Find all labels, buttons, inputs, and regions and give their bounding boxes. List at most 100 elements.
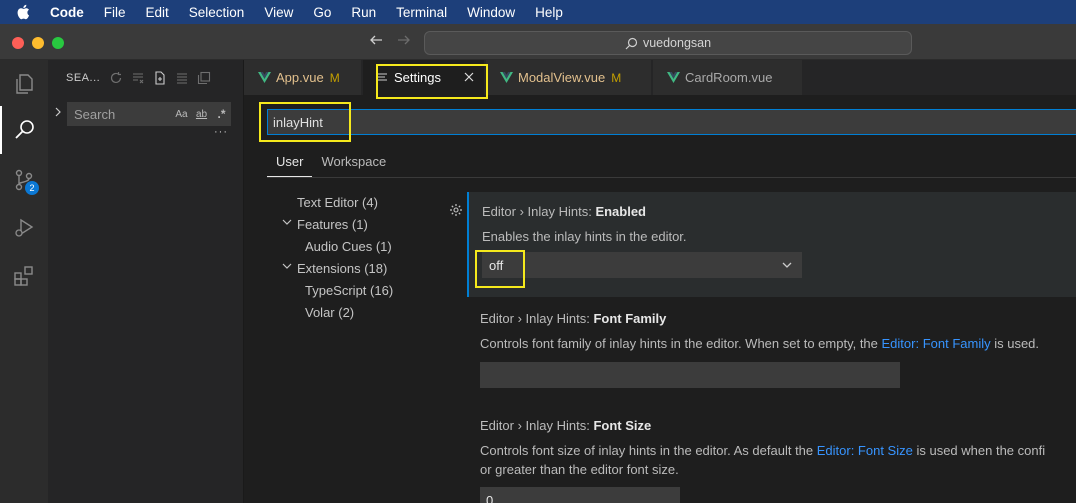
search-sidebar: SEA... Aa ab .* ··· bbox=[48, 60, 244, 503]
font-family-input[interactable] bbox=[480, 362, 900, 388]
setting-name: Font Size bbox=[593, 418, 652, 433]
toc-item-volar[interactable]: Volar (2) bbox=[274, 303, 444, 325]
select-value: off bbox=[489, 257, 504, 273]
editor-font-family-link[interactable]: Editor: Font Family bbox=[882, 336, 991, 351]
chevron-down-icon[interactable] bbox=[282, 217, 292, 230]
tab-modalview-vue[interactable]: ModalView.vue M bbox=[486, 60, 652, 95]
menu-view[interactable]: View bbox=[264, 5, 293, 20]
settings-search-input[interactable] bbox=[273, 114, 673, 130]
toc-label: Features (1) bbox=[297, 217, 368, 232]
menu-run[interactable]: Run bbox=[351, 5, 376, 20]
search-view-icon[interactable] bbox=[0, 106, 48, 154]
new-search-editor-icon[interactable] bbox=[152, 70, 168, 86]
setting-description: Controls font size of inlay hints in the… bbox=[480, 441, 1045, 460]
settings-file-icon bbox=[377, 72, 388, 83]
desc-text: is used. bbox=[990, 336, 1040, 351]
command-center[interactable]: vuedongsan bbox=[424, 31, 912, 55]
modified-indicator: M bbox=[611, 70, 622, 85]
activity-bar: 2 bbox=[0, 60, 48, 503]
close-window-button[interactable] bbox=[12, 37, 24, 49]
tab-label: App.vue bbox=[276, 70, 324, 85]
setting-category: Editor › Inlay Hints: bbox=[482, 204, 596, 219]
tab-settings[interactable]: Settings bbox=[363, 60, 485, 95]
sidebar-actions bbox=[108, 70, 212, 86]
chevron-down-icon bbox=[781, 259, 793, 271]
use-regex-toggle[interactable]: .* bbox=[213, 107, 230, 121]
refresh-icon[interactable] bbox=[108, 70, 124, 86]
run-debug-icon[interactable] bbox=[0, 204, 48, 252]
toc-label: Text Editor (4) bbox=[297, 195, 378, 210]
scope-tab-workspace[interactable]: Workspace bbox=[312, 145, 395, 177]
vue-file-icon bbox=[667, 72, 680, 83]
setting-description: Enables the inlay hints in the editor. bbox=[482, 229, 687, 244]
setting-inlay-hints-enabled: Editor › Inlay Hints: Enabled Enables th… bbox=[450, 192, 1076, 297]
menu-app-name[interactable]: Code bbox=[50, 5, 84, 20]
view-as-tree-icon[interactable] bbox=[174, 70, 190, 86]
toc-item-features[interactable]: Features (1) bbox=[274, 215, 444, 237]
match-whole-word-toggle[interactable]: ab bbox=[193, 109, 210, 120]
font-size-input[interactable] bbox=[480, 487, 680, 503]
tab-label: CardRoom.vue bbox=[685, 70, 773, 85]
desc-text: Controls font size of inlay hints in the… bbox=[480, 443, 817, 458]
tab-cardroom-vue[interactable]: CardRoom.vue bbox=[653, 60, 803, 95]
window-title-bar: vuedongsan bbox=[0, 24, 1076, 60]
toc-item-typescript[interactable]: TypeScript (16) bbox=[274, 281, 444, 303]
search-input[interactable] bbox=[74, 106, 170, 122]
toc-label: Extensions (18) bbox=[297, 261, 388, 276]
settings-search-box bbox=[267, 109, 1076, 135]
menu-file[interactable]: File bbox=[104, 5, 126, 20]
menu-terminal[interactable]: Terminal bbox=[396, 5, 447, 20]
setting-description: Controls font family of inlay hints in t… bbox=[480, 334, 1039, 353]
chevron-down-icon[interactable] bbox=[282, 261, 292, 274]
collapse-all-icon[interactable] bbox=[196, 70, 212, 86]
menu-go[interactable]: Go bbox=[313, 5, 331, 20]
modified-indicator: M bbox=[329, 70, 340, 85]
menu-selection[interactable]: Selection bbox=[189, 5, 245, 20]
scope-tab-user[interactable]: User bbox=[267, 145, 313, 177]
more-options-icon[interactable]: ··· bbox=[214, 126, 228, 138]
setting-inlay-hints-font-family: Editor › Inlay Hints: Font Family Contro… bbox=[467, 299, 1076, 404]
match-case-toggle[interactable]: Aa bbox=[173, 109, 190, 120]
menu-window[interactable]: Window bbox=[467, 5, 515, 20]
extensions-icon[interactable] bbox=[0, 252, 48, 300]
toc-label: TypeScript (16) bbox=[305, 283, 394, 298]
editor-tab-bar: App.vue M Settings ModalView.vue M CardR… bbox=[244, 60, 1076, 95]
toc-label: Volar (2) bbox=[305, 305, 355, 320]
minimize-window-button[interactable] bbox=[32, 37, 44, 49]
desc-text: is used when the confi bbox=[912, 443, 1046, 458]
setting-inlay-hints-font-size: Editor › Inlay Hints: Font Size Controls… bbox=[467, 406, 1076, 503]
setting-title: Editor › Inlay Hints: Font Family bbox=[480, 311, 666, 326]
setting-name: Font Family bbox=[593, 311, 667, 326]
inlay-hints-enabled-select[interactable]: off bbox=[482, 252, 802, 278]
settings-scope-tabs: User Workspace bbox=[267, 145, 395, 177]
editor-font-size-link[interactable]: Editor: Font Size bbox=[817, 443, 913, 458]
setting-title: Editor › Inlay Hints: Font Size bbox=[480, 418, 651, 433]
clear-results-icon[interactable] bbox=[130, 70, 146, 86]
source-control-icon[interactable]: 2 bbox=[0, 156, 48, 204]
vue-file-icon bbox=[500, 72, 513, 83]
vue-file-icon bbox=[258, 72, 271, 83]
tab-app-vue[interactable]: App.vue M bbox=[244, 60, 362, 95]
setting-name: Enabled bbox=[595, 204, 647, 219]
toggle-replace-chevron-icon[interactable] bbox=[53, 107, 63, 120]
forward-arrow-icon[interactable] bbox=[396, 32, 412, 53]
toc-item-text-editor[interactable]: Text Editor (4) bbox=[274, 193, 444, 215]
toc-item-audio-cues[interactable]: Audio Cues (1) bbox=[274, 237, 444, 259]
search-icon bbox=[625, 37, 638, 50]
back-arrow-icon[interactable] bbox=[368, 32, 384, 53]
setting-category: Editor › Inlay Hints: bbox=[480, 311, 594, 326]
close-tab-icon[interactable] bbox=[464, 70, 474, 85]
explorer-icon[interactable] bbox=[0, 60, 48, 108]
setting-description-line2: or greater than the editor font size. bbox=[480, 462, 679, 477]
toc-label: Audio Cues (1) bbox=[305, 239, 392, 254]
gear-icon[interactable] bbox=[449, 203, 463, 217]
menu-help[interactable]: Help bbox=[535, 5, 563, 20]
settings-editor: User Workspace Text Editor (4) Features … bbox=[244, 95, 1076, 503]
apple-logo-icon[interactable] bbox=[16, 4, 34, 20]
toc-item-extensions[interactable]: Extensions (18) bbox=[274, 259, 444, 281]
settings-toc: Text Editor (4) Features (1) Audio Cues … bbox=[274, 193, 444, 325]
zoom-window-button[interactable] bbox=[52, 37, 64, 49]
search-box: Aa ab .* bbox=[67, 102, 231, 126]
setting-title: Editor › Inlay Hints: Enabled bbox=[482, 204, 646, 219]
menu-edit[interactable]: Edit bbox=[146, 5, 169, 20]
